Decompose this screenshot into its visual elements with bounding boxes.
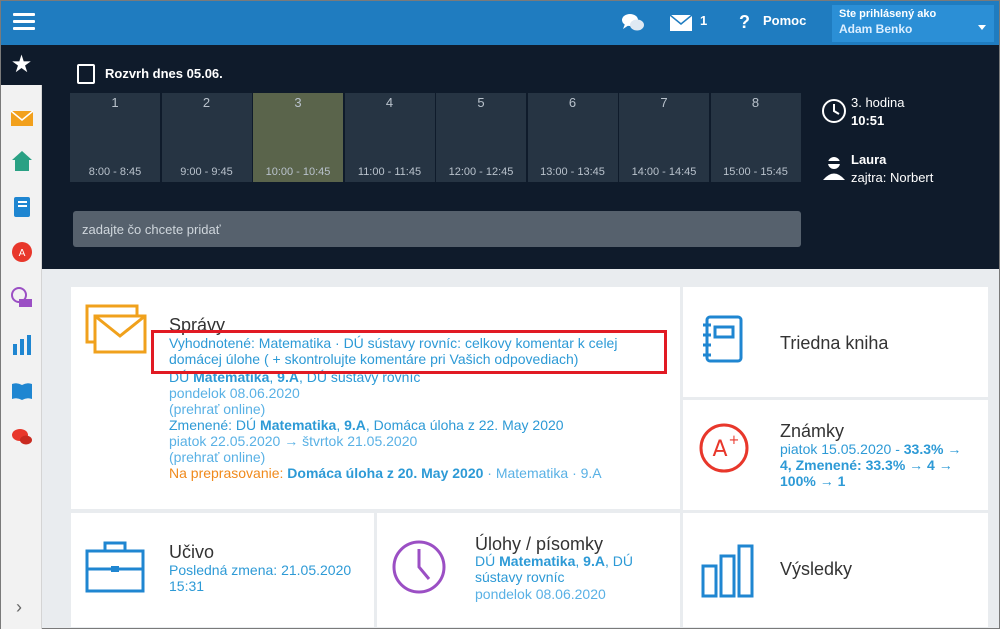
messages-count[interactable]: 1 [700,13,707,28]
notebook-icon [703,315,743,363]
message-date: pondelok 08.06.2020 [169,385,300,401]
period-3[interactable]: 3 10:00 - 10:45 [253,93,343,182]
user-menu[interactable]: Ste prihlásený ako Adam Benko [832,5,994,42]
period-6[interactable]: 6 13:00 - 13:45 [527,93,618,182]
person-icon [823,157,845,180]
chevron-down-icon [978,25,986,30]
svg-text:A: A [712,437,727,462]
top-bar: 1 ? Pomoc Ste prihlásený ako Adam Benko [1,1,999,45]
ucivo-time: 15:31 [169,578,205,594]
clock-icon [392,540,446,594]
clock-laptop-icon[interactable] [11,287,33,309]
ucivo-title: Učivo [169,542,215,562]
message-date: piatok 22.05.2020 → štvrtok 21.05.2020 [169,433,418,449]
notebook-icon[interactable] [11,196,33,218]
schedule-title: Rozvrh dnes 05.06. [105,66,223,81]
ulohy-title: Úlohy / písomky [475,534,604,554]
current-time: 10:51 [851,113,885,128]
book-icon[interactable] [11,380,33,402]
period-2[interactable]: 2 9:00 - 9:45 [161,93,252,182]
period-4[interactable]: 4 11:00 - 11:45 [344,93,435,182]
bar-chart-icon[interactable] [11,334,33,356]
grade-icon[interactable]: A [11,241,33,263]
bar-chart-icon [701,544,754,598]
briefcase-icon [85,541,145,593]
period-8[interactable]: 8 15:00 - 15:45 [710,93,801,182]
grade-icon: A + [699,423,749,473]
svg-text:+: + [729,433,740,448]
current-hour: 3. hodina [851,95,905,110]
duty-name: Laura [851,152,887,167]
chat-icon[interactable] [621,12,645,34]
play-online-link[interactable]: (prehrať online) [169,401,669,417]
ulohy-item[interactable]: DÚ Matematika, 9.A, DÚ sústavy rovníc [475,553,665,585]
sidebar: ★ A › [1,45,42,629]
menu-icon[interactable] [13,13,35,31]
znamky-title: Známky [780,421,845,441]
calendar-icon [77,64,95,84]
clock-icon [822,99,846,123]
duty-tomorrow: zajtra: Norbert [851,170,934,185]
svg-text:A: A [19,248,26,259]
schedule-periods: 1 8:00 - 8:45 2 9:00 - 9:45 3 10:00 - 10:45… [70,93,802,182]
ulohy-date: pondelok 08.06.2020 [475,586,606,602]
sidebar-envelope-icon[interactable] [11,107,33,129]
chat-bubbles-icon[interactable] [11,426,33,448]
period-5[interactable]: 5 12:00 - 12:45 [436,93,526,182]
message-item[interactable]: Na preprasovanie: Domáca úloha z 20. May… [169,465,669,481]
star-icon[interactable]: ★ [1,45,42,85]
envelope-icon[interactable] [670,15,692,31]
home-icon[interactable] [11,150,33,172]
help-icon[interactable]: ? [739,12,750,33]
user-name: Adam Benko [839,22,913,36]
play-online-link[interactable]: (prehrať online) [169,449,669,465]
help-link[interactable]: Pomoc [763,13,806,28]
ucivo-last-change: Posledná zmena: 21.05.2020 [169,562,352,578]
vysledky-title: Výsledky [780,559,853,579]
highlight-box [151,330,667,374]
message-item[interactable]: Zmenené: DÚ Matematika, 9.A, Domáca úloh… [169,417,669,433]
znamky-detail[interactable]: piatok 15.05.2020 - 33.3% → 4, Zmenené: … [780,441,975,489]
triedna-kniha-title: Triedna kniha [780,333,889,353]
period-7[interactable]: 7 14:00 - 14:45 [619,93,709,182]
period-1[interactable]: 1 8:00 - 8:45 [70,93,160,182]
user-label: Ste prihlásený ako [839,8,937,20]
expand-chevron-icon[interactable]: › [16,597,22,618]
envelope-icon [85,304,147,354]
add-input[interactable] [73,211,801,247]
